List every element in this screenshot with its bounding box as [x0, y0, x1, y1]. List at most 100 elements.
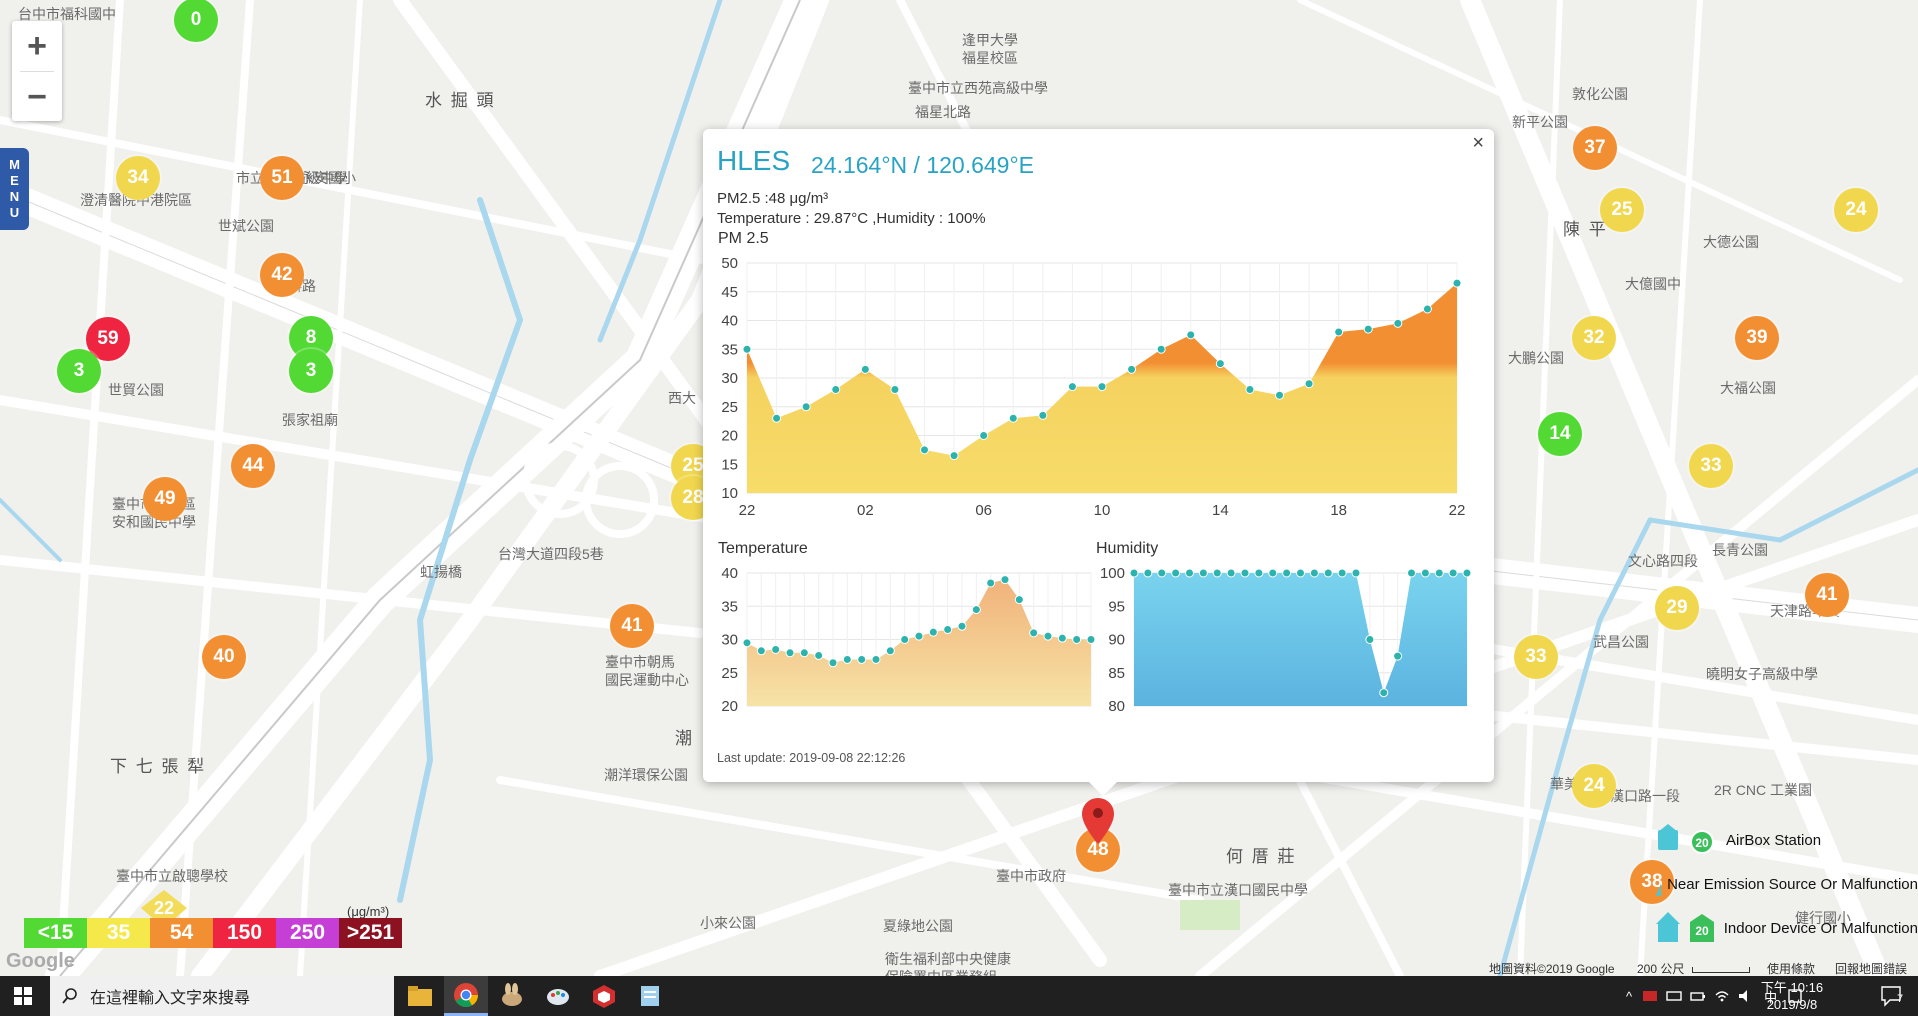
menu-label: MENU — [7, 157, 22, 221]
station-key-label: Indoor Device Or Malfunction — [1723, 919, 1918, 937]
station-marker[interactable]: 33 — [1689, 444, 1733, 488]
map-place-label: 逢甲大學 — [962, 32, 1018, 48]
app-icon-notes[interactable] — [628, 976, 672, 1016]
report-map-error-link[interactable]: 回報地圖錯誤 — [1835, 960, 1907, 976]
windows-start-icon[interactable] — [0, 976, 46, 1016]
map-place-label: 文心路四段 — [1628, 553, 1698, 569]
station-marker[interactable]: 29 — [1655, 586, 1699, 630]
station-marker[interactable]: 25 — [1600, 188, 1644, 232]
station-marker[interactable]: 40 — [202, 635, 246, 679]
data-point — [1334, 327, 1344, 337]
security-icon[interactable] — [1642, 989, 1658, 1003]
data-point — [914, 631, 924, 641]
data-point — [1323, 568, 1333, 578]
station-marker[interactable]: 3 — [57, 349, 101, 393]
data-point — [1043, 631, 1053, 641]
data-point — [742, 638, 752, 648]
map-place-label: 衛生福利部中央健康 — [885, 951, 1011, 967]
y-tick-label: 100 — [1100, 565, 1125, 582]
station-marker[interactable]: 24 — [1572, 764, 1616, 808]
selected-pin-icon[interactable] — [1082, 798, 1114, 844]
data-point — [900, 635, 910, 644]
app-icon-paint[interactable] — [536, 976, 580, 1016]
station-marker[interactable]: 0 — [174, 0, 218, 42]
x-tick-label: 22 — [739, 502, 756, 519]
data-point — [857, 654, 867, 664]
station-marker[interactable]: 42 — [260, 253, 304, 297]
map-place-label: 武昌公園 — [1593, 634, 1649, 650]
data-point — [1365, 635, 1375, 644]
map-place-label: 敦化公園 — [1572, 86, 1628, 102]
map[interactable]: 台中市福科國中水 掘 頭逢甲大學福星校區臺中市立西苑高級中學福星北路市立西苑高級… — [0, 0, 1918, 976]
data-point — [1448, 568, 1458, 578]
y-tick-label: 45 — [721, 284, 738, 301]
data-point — [1393, 651, 1403, 661]
station-marker[interactable]: 51 — [260, 156, 304, 200]
zoom-in-button[interactable]: + — [12, 21, 62, 71]
map-place-label: 保險署中區業務組 — [885, 967, 997, 976]
data-point — [1215, 359, 1225, 369]
data-point — [1309, 568, 1319, 578]
svg-text:20: 20 — [1695, 924, 1709, 938]
terms-link[interactable]: 使用條款 — [1767, 960, 1815, 976]
menu-tab[interactable]: MENU — [0, 148, 29, 230]
station-marker[interactable]: 34 — [116, 156, 160, 200]
data-point — [1097, 382, 1107, 392]
data-point — [949, 451, 959, 461]
legend-item: 150 — [213, 918, 276, 948]
map-place-label: 潮 — [675, 729, 694, 748]
map-place-label: 大福公園 — [1720, 380, 1776, 396]
station-marker[interactable]: 49 — [143, 477, 187, 521]
data-point — [756, 646, 766, 656]
map-place-label: 福星北路 — [915, 104, 971, 120]
data-point — [979, 431, 989, 440]
notification-icon[interactable]: 7 — [1880, 984, 1906, 1008]
zoom-out-button[interactable]: − — [12, 72, 62, 122]
station-marker[interactable]: 3 — [289, 349, 333, 393]
station-marker[interactable]: 41 — [610, 604, 654, 648]
map-place-label: 世貿公園 — [108, 382, 164, 398]
map-place-label: 福星校區 — [962, 50, 1018, 66]
y-tick-label: 90 — [1108, 632, 1125, 649]
taskbar-clock[interactable]: 下午 10:16 2019/9/8 — [1757, 979, 1827, 1013]
map-data-attribution[interactable]: 地圖資料©2019 Google — [1489, 960, 1615, 976]
data-point — [1379, 688, 1389, 698]
wifi-icon[interactable] — [1714, 989, 1730, 1003]
file-explorer-icon[interactable] — [398, 976, 442, 1016]
map-place-label: 臺中市朝馬 — [605, 654, 675, 670]
data-point — [1127, 364, 1137, 374]
station-key-row: 20 Near Emission Source Or Malfunction — [1652, 862, 1918, 906]
data-point — [971, 605, 981, 615]
station-marker[interactable]: 41 — [1805, 573, 1849, 617]
data-point — [871, 654, 881, 664]
last-update: Last update: 2019-09-08 22:12:26 — [717, 751, 906, 765]
station-marker[interactable]: 39 — [1735, 316, 1779, 360]
y-tick-label: 10 — [721, 485, 738, 502]
station-marker[interactable]: 14 — [1538, 412, 1582, 456]
station-marker[interactable]: 44 — [231, 444, 275, 488]
chevron-up-icon[interactable]: ^ — [1626, 989, 1632, 1004]
volume-icon[interactable] — [1738, 989, 1754, 1003]
chrome-icon[interactable] — [444, 976, 488, 1016]
app-icon-rabbit[interactable] — [490, 976, 534, 1016]
app-icon-sketchup[interactable] — [582, 976, 626, 1016]
station-marker[interactable]: 24 — [1834, 188, 1878, 232]
legend-item: 35 — [87, 918, 150, 948]
station-marker[interactable]: 37 — [1573, 126, 1617, 170]
station-marker[interactable]: 33 — [1514, 635, 1558, 679]
network-device-icon[interactable] — [1666, 989, 1682, 1003]
data-point — [1351, 568, 1361, 578]
battery-icon[interactable] — [1690, 989, 1706, 1003]
data-point — [1198, 568, 1208, 578]
data-point — [1067, 382, 1077, 392]
data-point — [772, 413, 782, 423]
taskbar-search[interactable]: 在這裡輸入文字來搜尋 — [50, 976, 394, 1016]
data-point — [860, 364, 870, 374]
data-point — [1268, 568, 1278, 578]
data-point — [890, 385, 900, 394]
notification-count: 7 — [1897, 993, 1904, 1005]
data-point — [831, 385, 841, 394]
map-place-label: 臺中市立西苑高級中學 — [908, 80, 1048, 96]
station-marker[interactable]: 32 — [1572, 316, 1616, 360]
map-place-label: 新平公園 — [1512, 114, 1568, 130]
